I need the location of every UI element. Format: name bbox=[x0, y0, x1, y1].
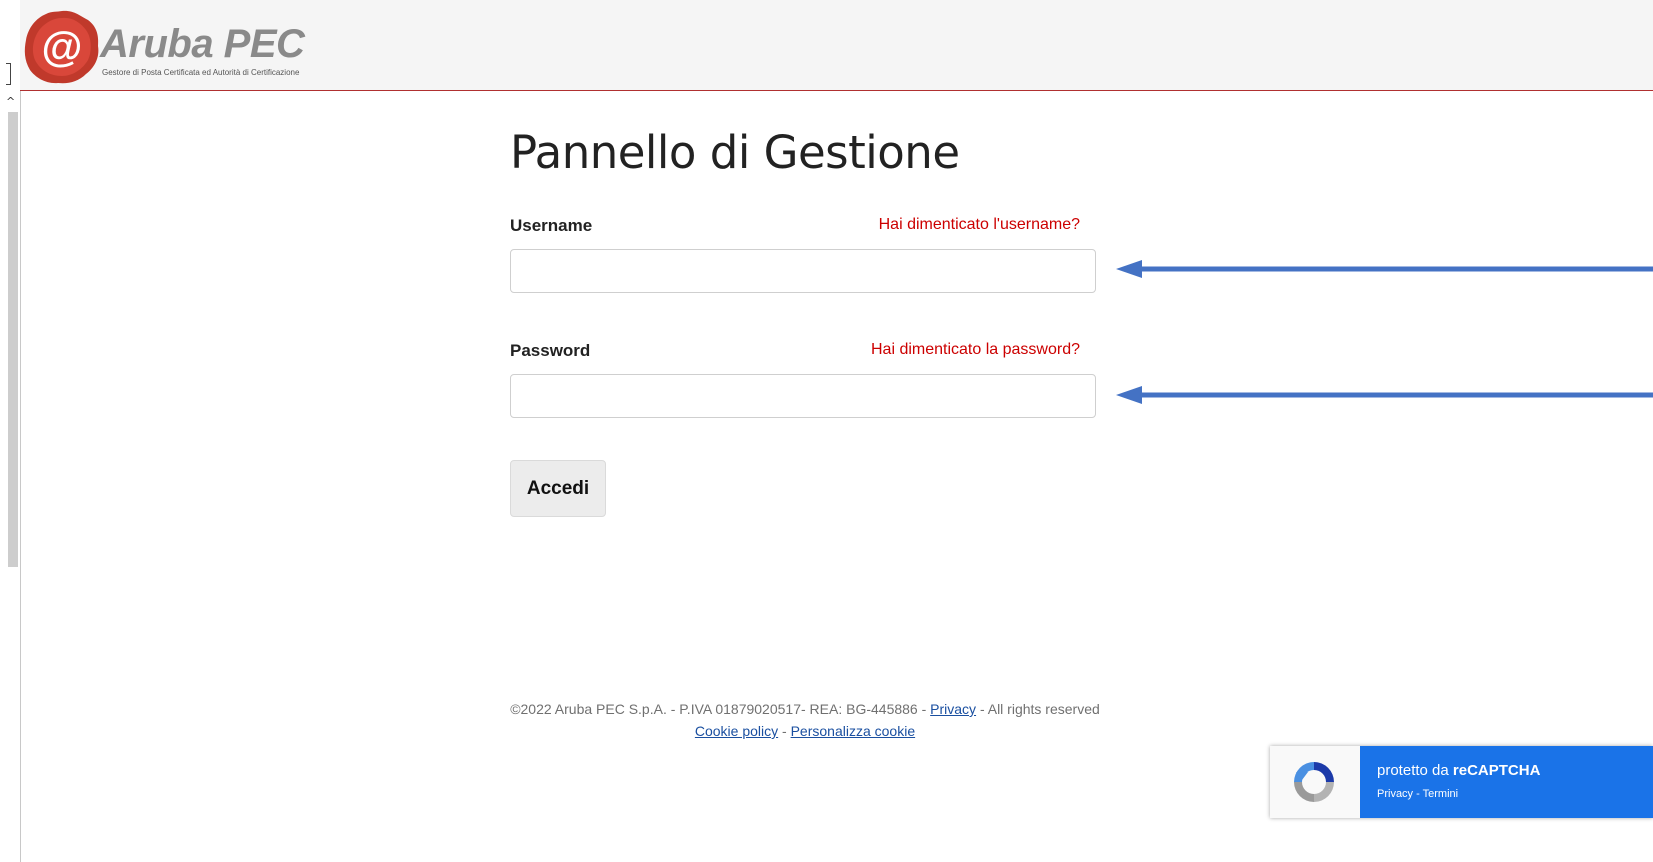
customize-cookie-link[interactable]: Personalizza cookie bbox=[791, 723, 916, 739]
cookie-policy-link[interactable]: Cookie policy bbox=[695, 723, 778, 739]
left-scroll-strip: ^ bbox=[0, 0, 21, 862]
annotation-arrow-password bbox=[1116, 386, 1653, 404]
recaptcha-protected-text: protetto da bbox=[1377, 762, 1449, 779]
password-label-row: Password Hai dimenticato la password? bbox=[510, 341, 1098, 365]
username-label: Username bbox=[510, 216, 593, 235]
svg-text:@: @ bbox=[42, 23, 83, 70]
page-title: Pannello di Gestione bbox=[510, 126, 960, 179]
recaptcha-logo-box bbox=[1270, 746, 1360, 818]
recaptcha-badge[interactable]: protetto da reCAPTCHA Privacy - Termini bbox=[1270, 746, 1653, 818]
username-label-row: Username Hai dimenticato l'username? bbox=[510, 216, 1098, 240]
site-header: @ Aruba PEC Gestore di Posta Certificata… bbox=[20, 0, 1653, 91]
bracket-mark bbox=[6, 63, 11, 85]
login-button[interactable]: Accedi bbox=[510, 460, 606, 517]
footer-line-2: Cookie policy - Personalizza cookie bbox=[500, 720, 1110, 742]
login-panel: Pannello di Gestione Username Hai diment… bbox=[510, 122, 1100, 517]
scrollbar-thumb[interactable] bbox=[8, 112, 18, 567]
aruba-pec-logo[interactable]: @ Aruba PEC Gestore di Posta Certificata… bbox=[22, 8, 342, 86]
recaptcha-terms-link[interactable]: Termini bbox=[1423, 788, 1458, 800]
copyright-text: ©2022 Aruba PEC S.p.A. - P.IVA 018790205… bbox=[510, 701, 927, 717]
password-label: Password bbox=[510, 341, 591, 360]
recaptcha-icon bbox=[1294, 762, 1334, 802]
brand-tagline: Gestore di Posta Certificata ed Autorità… bbox=[102, 68, 300, 77]
recaptcha-title: protetto da reCAPTCHA bbox=[1377, 762, 1540, 779]
wax-seal-at-icon: @ bbox=[24, 10, 99, 84]
recaptcha-links: Privacy - Termini bbox=[1377, 788, 1458, 800]
page-footer: ©2022 Aruba PEC S.p.A. - P.IVA 018790205… bbox=[500, 698, 1110, 742]
footer-line-1: ©2022 Aruba PEC S.p.A. - P.IVA 018790205… bbox=[500, 698, 1110, 720]
password-input[interactable] bbox=[510, 374, 1096, 418]
forgot-password-link[interactable]: Hai dimenticato la password? bbox=[871, 341, 1080, 359]
recaptcha-privacy-link[interactable]: Privacy bbox=[1377, 788, 1413, 800]
forgot-username-link[interactable]: Hai dimenticato l'username? bbox=[879, 216, 1080, 234]
recaptcha-separator: - bbox=[1416, 788, 1420, 800]
brand-name: Aruba PEC bbox=[100, 22, 305, 66]
username-input[interactable] bbox=[510, 249, 1096, 293]
rights-text: - All rights reserved bbox=[979, 701, 1100, 717]
footer-separator: - bbox=[782, 723, 787, 739]
privacy-link[interactable]: Privacy bbox=[930, 701, 976, 717]
recaptcha-info: protetto da reCAPTCHA Privacy - Termini bbox=[1360, 746, 1653, 818]
recaptcha-brand: reCAPTCHA bbox=[1452, 762, 1541, 779]
scroll-up-icon[interactable]: ^ bbox=[6, 96, 15, 107]
annotation-arrow-username bbox=[1116, 260, 1653, 278]
